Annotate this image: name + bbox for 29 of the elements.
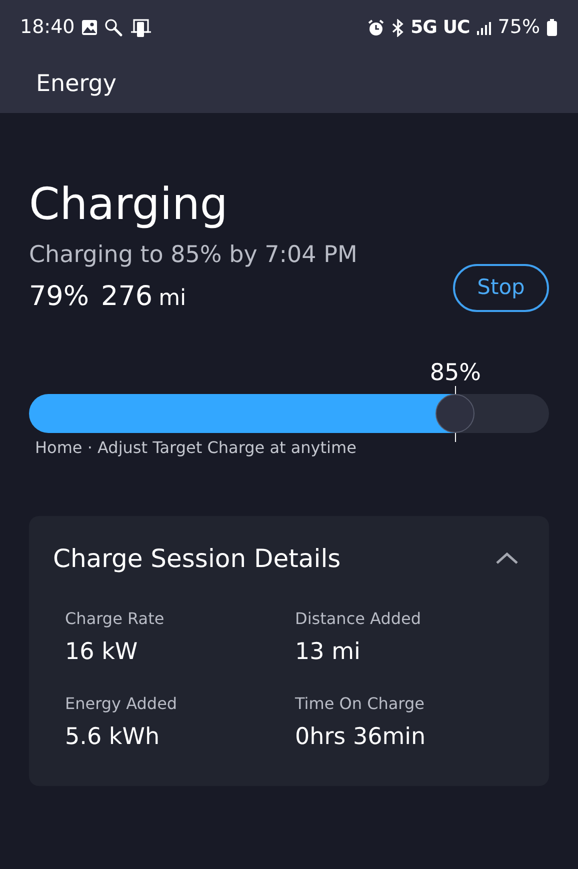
clock-time: 18:40: [20, 15, 75, 40]
detail-label: Charge Rate: [65, 608, 166, 630]
signal-icon: [476, 20, 492, 36]
detail-label: Energy Added: [65, 692, 178, 714]
bluetooth-icon: [390, 18, 405, 36]
target-percent: 85%: [430, 358, 481, 388]
status-heading: Charging: [29, 178, 229, 232]
detail-value: 5.6 kWh: [65, 722, 161, 752]
page-title: Energy: [36, 70, 117, 99]
card-title: Charge Session Details: [53, 542, 341, 574]
detail-label: Time On Charge: [295, 692, 426, 714]
battery-icon: [546, 18, 558, 36]
chevron-up-icon[interactable]: [495, 550, 519, 566]
charging-subtitle: Charging to 85% by 7:04 PM: [29, 241, 358, 270]
battery-percent: 75%: [498, 15, 540, 40]
detail-value: 16 kW: [65, 638, 139, 667]
phone-screen-icon: [130, 18, 152, 38]
image-icon: [80, 19, 98, 36]
detail-label: Distance Added: [295, 608, 422, 630]
detail-value: 0hrs 36min: [295, 722, 427, 752]
alarm-icon: [366, 18, 385, 36]
battery-level: 79%: [29, 280, 90, 314]
network-label: 5G UC: [410, 16, 470, 40]
range-unit: mi: [158, 285, 186, 313]
detail-value: 13 mi: [295, 638, 362, 667]
slider-track[interactable]: [29, 394, 549, 432]
range-value: 276: [101, 280, 153, 314]
charge-caption: Home · Adjust Target Charge at anytime: [35, 436, 358, 458]
stop-button[interactable]: Stop: [453, 264, 549, 312]
